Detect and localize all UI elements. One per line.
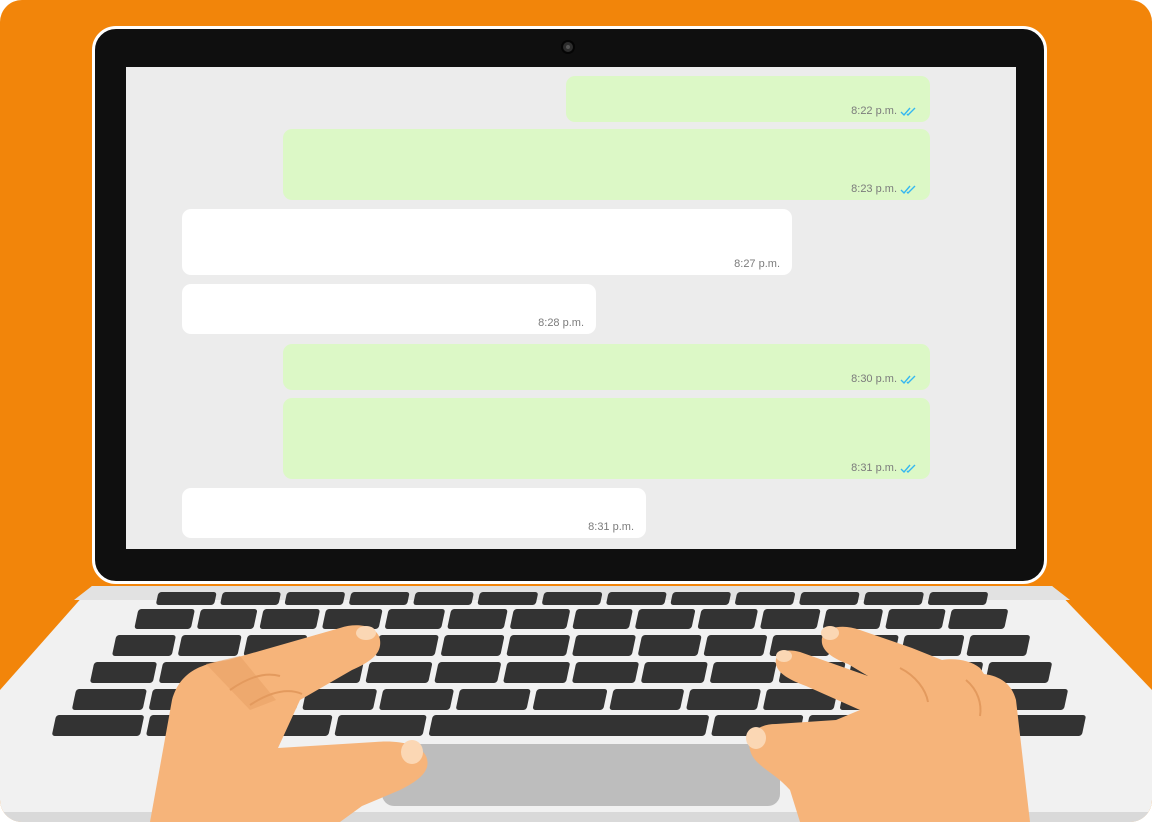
laptop-base bbox=[0, 586, 1152, 822]
message-bubble-outgoing: 8:22 p.m. bbox=[566, 76, 930, 122]
message-time: 8:28 p.m. bbox=[538, 317, 584, 329]
message-meta: 8:28 p.m. bbox=[538, 317, 584, 329]
webcam-icon bbox=[561, 40, 575, 54]
double-check-icon bbox=[900, 185, 916, 194]
message-bubble-incoming: 8:27 p.m. bbox=[182, 209, 792, 275]
double-check-icon bbox=[900, 375, 916, 384]
message-bubble-outgoing: 8:30 p.m. bbox=[283, 344, 930, 390]
double-check-icon bbox=[900, 107, 916, 116]
message-bubble-outgoing: 8:31 p.m. bbox=[283, 398, 930, 479]
message-bubble-incoming: 8:31 p.m. bbox=[182, 488, 646, 538]
laptop-hinge bbox=[74, 586, 1070, 600]
message-time: 8:31 p.m. bbox=[851, 462, 897, 474]
illustration-scene: 8:22 p.m. 8:23 p.m. 8:27 p.m. 8:28 p.m. bbox=[0, 0, 1152, 822]
message-bubble-incoming: 8:28 p.m. bbox=[182, 284, 596, 334]
message-meta: 8:22 p.m. bbox=[851, 105, 918, 117]
message-meta: 8:23 p.m. bbox=[851, 183, 918, 195]
message-meta: 8:31 p.m. bbox=[588, 521, 634, 533]
message-meta: 8:27 p.m. bbox=[734, 258, 780, 270]
message-meta: 8:31 p.m. bbox=[851, 462, 918, 474]
message-time: 8:30 p.m. bbox=[851, 373, 897, 385]
message-time: 8:27 p.m. bbox=[734, 258, 780, 270]
chat-screen: 8:22 p.m. 8:23 p.m. 8:27 p.m. 8:28 p.m. bbox=[126, 67, 1016, 549]
message-bubble-outgoing: 8:23 p.m. bbox=[283, 129, 930, 200]
message-time: 8:31 p.m. bbox=[588, 521, 634, 533]
laptop-base-edge bbox=[0, 812, 1152, 822]
message-time: 8:23 p.m. bbox=[851, 183, 897, 195]
message-time: 8:22 p.m. bbox=[851, 105, 897, 117]
double-check-icon bbox=[900, 464, 916, 473]
message-meta: 8:30 p.m. bbox=[851, 373, 918, 385]
